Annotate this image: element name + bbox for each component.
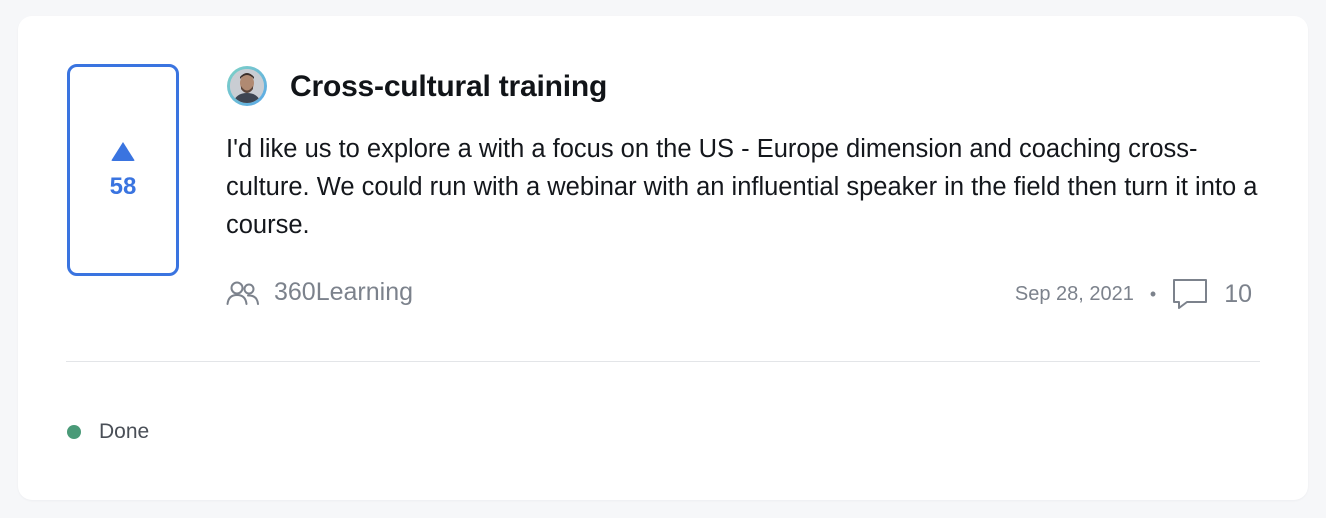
divider [66,361,1260,362]
upvote-button[interactable]: 58 [67,64,179,276]
vote-count: 58 [109,172,137,200]
team-link[interactable]: 360Learning [226,278,413,307]
post-date: Sep 28, 2021 [1014,282,1134,305]
upvote-arrow-icon [111,141,135,161]
team-name: 360Learning [274,278,414,306]
comment-icon[interactable] [1172,278,1208,310]
users-icon [226,281,259,305]
status-dot-icon [67,425,81,439]
status-label: Done [99,420,150,443]
idea-card[interactable]: 58 Cross-cultural training I'd like us t… [18,16,1308,500]
meta-separator: • [1149,284,1157,304]
avatar[interactable] [227,66,267,106]
avatar-photo [230,69,264,103]
idea-meta: Sep 28, 2021 • 10 [1015,278,1252,310]
idea-description: I'd like us to explore a with a focus on… [226,135,1258,239]
status-badge: Done [67,420,149,444]
idea-title[interactable]: Cross-cultural training [290,70,607,104]
comment-count[interactable]: 10 [1224,280,1252,309]
